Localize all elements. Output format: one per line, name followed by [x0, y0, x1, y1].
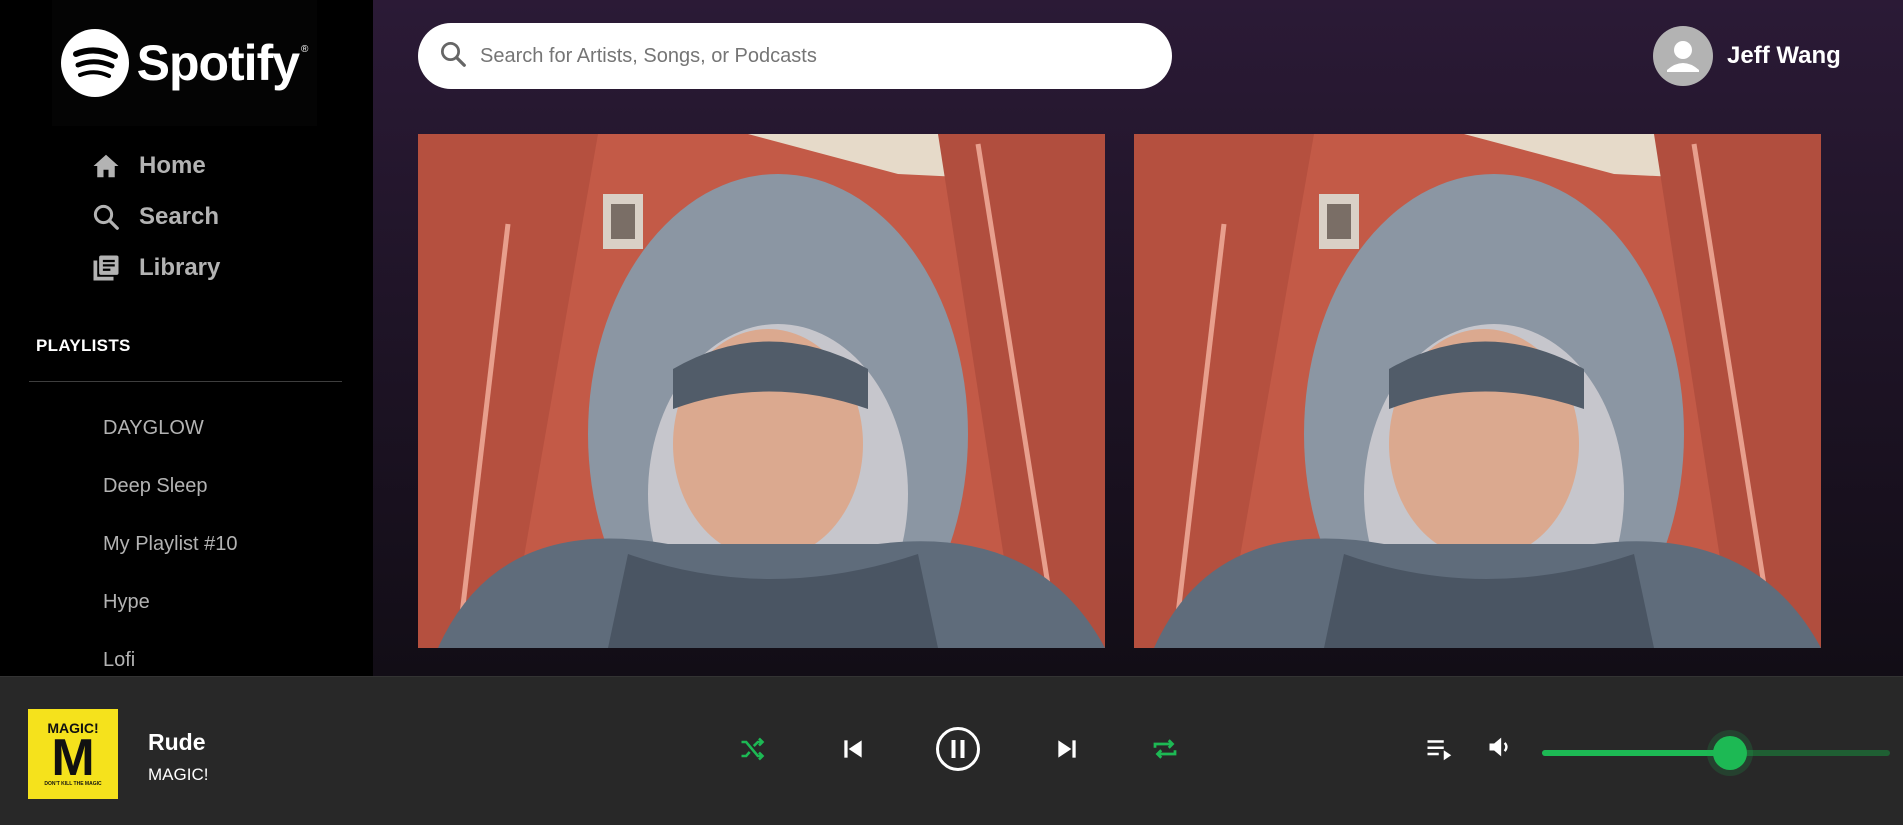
user-icon: [1667, 41, 1699, 72]
playlist-item-my-playlist-10[interactable]: My Playlist #10: [103, 524, 238, 582]
nav-item-home[interactable]: Home: [90, 140, 220, 191]
playlists-divider: [29, 381, 342, 382]
skip-next-icon: [1058, 740, 1076, 758]
search-icon: [90, 201, 122, 233]
spotify-logo-text: Spotify: [136, 35, 300, 91]
main-content: Jeff Wang: [373, 0, 1903, 676]
track-title[interactable]: Rude: [148, 729, 206, 756]
playlist-item-deep-sleep[interactable]: Deep Sleep: [103, 466, 238, 524]
spotify-app: Spotify ® Home Search Library PLAYLISTS …: [0, 0, 1903, 825]
spotify-logo[interactable]: Spotify ®: [52, 0, 317, 126]
track-artist[interactable]: MAGIC!: [148, 765, 208, 785]
repeat-icon: [1153, 739, 1177, 759]
playlists-heading: PLAYLISTS: [36, 336, 131, 355]
queue-icon: [1427, 740, 1452, 761]
volume-slider[interactable]: [1542, 736, 1890, 770]
volume-icon: [1489, 737, 1508, 757]
nav-item-label: Library: [139, 253, 221, 281]
shuffle-button[interactable]: [736, 733, 768, 765]
nav-item-label: Search: [139, 202, 220, 230]
registered-mark: ®: [301, 43, 309, 55]
main-nav: Home Search Library: [90, 140, 220, 293]
avatar[interactable]: [1653, 26, 1713, 86]
album-art[interactable]: MAGIC! M DON'T KILL THE MAGIC: [28, 709, 118, 799]
user-name: Jeff Wang: [1727, 42, 1841, 69]
search-icon: [438, 39, 468, 74]
playlist-list: DAYGLOW Deep Sleep My Playlist #10 Hype …: [103, 408, 238, 698]
player-bar: MAGIC! M DON'T KILL THE MAGIC Rude MAGIC…: [0, 676, 1903, 825]
next-button[interactable]: [1051, 733, 1083, 765]
volume-slider-fill: [1542, 750, 1730, 756]
playlist-item-hype[interactable]: Hype: [103, 582, 238, 640]
sidebar: Spotify ® Home Search Library PLAYLISTS …: [0, 0, 373, 676]
play-pause-button[interactable]: [935, 726, 981, 772]
pause-icon: [936, 727, 980, 771]
volume-slider-thumb[interactable]: [1712, 736, 1747, 770]
spotify-logo-icon: [60, 29, 129, 97]
skip-previous-icon: [844, 740, 862, 758]
nav-item-label: Home: [139, 151, 206, 179]
queue-button[interactable]: [1424, 733, 1456, 765]
shuffle-icon: [741, 737, 765, 761]
repeat-button[interactable]: [1149, 733, 1181, 765]
volume-button[interactable]: [1484, 731, 1516, 763]
album-art-tagline: DON'T KILL THE MAGIC: [44, 780, 102, 787]
previous-button[interactable]: [837, 733, 869, 765]
playlist-item-dayglow[interactable]: DAYGLOW: [103, 408, 238, 466]
user-photo: [1134, 134, 1821, 648]
user-photo: [418, 134, 1105, 648]
search-bar[interactable]: [418, 23, 1172, 89]
album-art-letter: M: [51, 728, 95, 787]
nav-item-search[interactable]: Search: [90, 191, 220, 242]
user-menu[interactable]: Jeff Wang: [1653, 26, 1841, 86]
search-input[interactable]: [480, 44, 1140, 68]
library-icon: [90, 252, 122, 284]
home-icon: [90, 150, 122, 182]
nav-item-library[interactable]: Library: [90, 242, 220, 293]
